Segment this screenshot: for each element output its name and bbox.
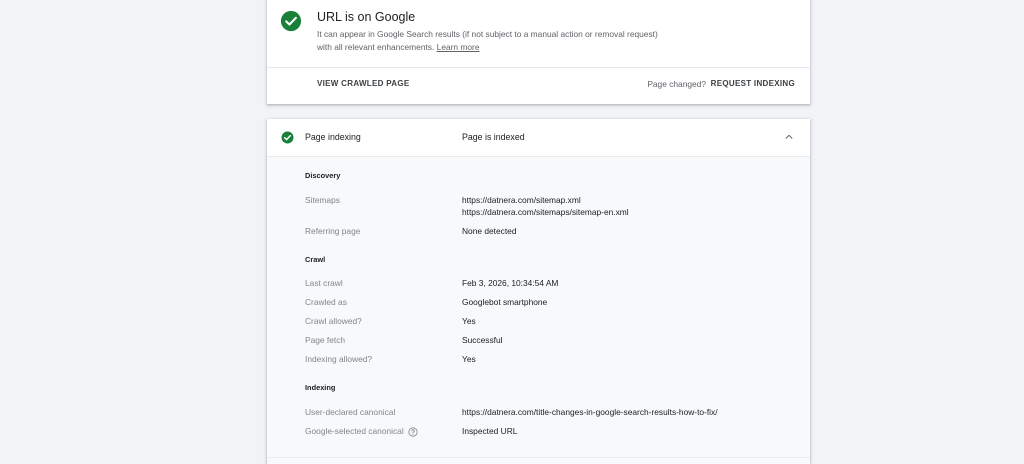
referring-page-value: None detected — [462, 226, 517, 236]
referring-page-label: Referring page — [305, 226, 361, 236]
page-indexing-card: Page indexing Page is indexed Discovery … — [267, 119, 810, 464]
sitemaps-label: Sitemaps — [305, 195, 340, 205]
page-indexing-value: Page is indexed — [462, 132, 525, 142]
card-divider — [267, 457, 810, 458]
google-canonical-label: Google-selected canonical — [305, 426, 418, 437]
section-title-discovery: Discovery — [305, 171, 341, 180]
status-description-text: It can appear in Google Search results (… — [317, 29, 658, 52]
learn-more-link[interactable]: Learn more — [437, 42, 480, 52]
status-description: It can appear in Google Search results (… — [317, 28, 662, 53]
section-title-indexing: Indexing — [305, 383, 336, 392]
sitemap-url-2: https://datnera.com/sitemaps/sitemap-en.… — [462, 207, 629, 217]
view-crawled-page-button[interactable]: VIEW CRAWLED PAGE — [317, 78, 410, 90]
page-indexing-header[interactable]: Page indexing Page is indexed — [267, 119, 810, 156]
chevron-up-icon[interactable] — [784, 132, 794, 142]
indexing-allowed-value: Yes — [462, 354, 476, 364]
check-circle-icon — [280, 10, 302, 32]
crawled-as-value: Googlebot smartphone — [462, 297, 548, 307]
crawled-as-label: Crawled as — [305, 297, 347, 307]
crawl-allowed-label: Crawl allowed? — [305, 316, 362, 326]
page-indexing-label: Page indexing — [305, 132, 361, 142]
google-canonical-value: Inspected URL — [462, 426, 518, 436]
last-crawl-value: Feb 3, 2026, 10:34:54 AM — [462, 278, 559, 288]
page-changed-label: Page changed? — [647, 79, 706, 89]
request-indexing-button[interactable]: REQUEST INDEXING — [711, 78, 795, 90]
status-title: URL is on Google — [317, 10, 416, 24]
indexing-allowed-label: Indexing allowed? — [305, 354, 373, 364]
page-fetch-value: Successful — [462, 335, 503, 345]
sitemap-url-1: https://datnera.com/sitemap.xml — [462, 195, 581, 205]
url-status-card: URL is on Google It can appear in Google… — [267, 0, 810, 104]
card-divider — [267, 67, 810, 68]
page-indexing-details: Discovery Sitemaps https://datnera.com/s… — [267, 156, 810, 464]
check-circle-icon — [281, 131, 294, 144]
page-fetch-label: Page fetch — [305, 335, 346, 345]
crawl-allowed-value: Yes — [462, 316, 476, 326]
user-canonical-value: https://datnera.com/title-changes-in-goo… — [462, 407, 718, 417]
section-title-crawl: Crawl — [305, 255, 326, 264]
help-icon[interactable] — [408, 426, 418, 437]
user-canonical-label: User-declared canonical — [305, 407, 396, 417]
last-crawl-label: Last crawl — [305, 278, 343, 288]
